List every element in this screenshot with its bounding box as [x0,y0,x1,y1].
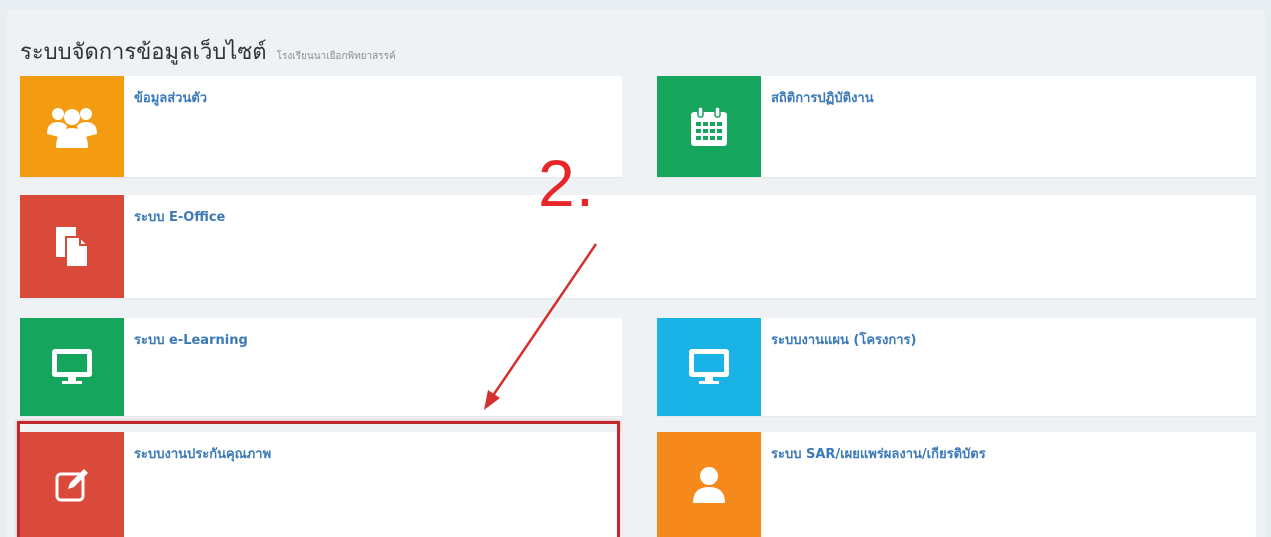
step-number-annotation: 2. [538,146,596,220]
tile-label: ระบบ E-Office [134,210,226,225]
monitor-icon [20,318,124,416]
tile-sar-portfolio[interactable]: ระบบ SAR/เผยแพร่ผลงาน/เกียรติบัตร [657,432,1256,537]
annotation-arrow [484,243,598,410]
user-icon [657,432,761,537]
tile-work-statistics[interactable]: สถิติการปฏิบัติงาน [657,76,1256,177]
highlight-box [17,421,620,537]
tile-label: ข้อมูลส่วนตัว [134,91,208,106]
users-icon [20,76,124,177]
tile-label: ระบบ SAR/เผยแพร่ผลงาน/เกียรติบัตร [771,447,986,462]
tile-label: ระบบงานแผน (โครงการ) [771,333,917,348]
tile-plan-projects[interactable]: ระบบงานแผน (โครงการ) [657,318,1256,416]
page-title: ระบบจัดการข้อมูลเว็บไซต์ [20,40,267,65]
tile-e-office[interactable]: ระบบ E-Office [20,195,1256,298]
tile-label: สถิติการปฏิบัติงาน [771,91,874,106]
monitor-icon [657,318,761,416]
tile-personal-info[interactable]: ข้อมูลส่วนตัว [20,76,622,177]
page-subtitle: โรงเรียนนาเยือกพิทยาสรรค์ [276,51,396,62]
documents-icon [20,195,124,298]
page-header: ระบบจัดการข้อมูลเว็บไซต์ โรงเรียนนาเยือก… [20,34,396,69]
calendar-icon [657,76,761,177]
tile-label: ระบบ e-Learning [134,333,248,348]
